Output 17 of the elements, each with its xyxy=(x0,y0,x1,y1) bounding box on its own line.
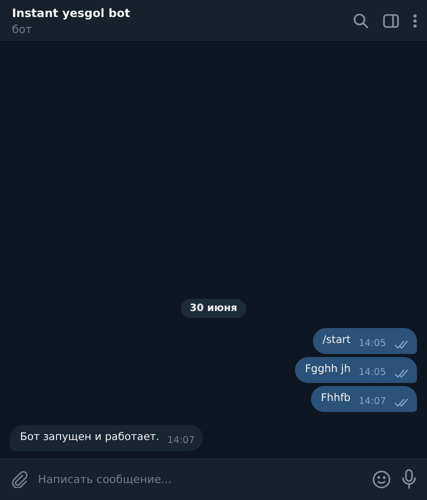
search-icon[interactable] xyxy=(353,12,369,28)
message-text: /start xyxy=(322,334,351,348)
more-icon[interactable] xyxy=(413,14,417,28)
chat-subtitle: бот xyxy=(12,22,33,36)
chat-title: Instant yesgol bot xyxy=(12,6,132,20)
message-text: Бот запущен и работает. xyxy=(20,431,160,445)
message-text: Fhhfb xyxy=(320,392,351,406)
sidebar-toggle-icon[interactable] xyxy=(383,14,399,28)
message-time: 14:05 xyxy=(358,367,386,378)
message-text: Fgghh jh xyxy=(305,363,351,377)
date-label: 30 июня xyxy=(180,299,246,318)
smiley-icon[interactable] xyxy=(372,470,391,488)
paperclip-icon[interactable] xyxy=(10,470,28,488)
microphone-icon[interactable] xyxy=(401,469,417,489)
message-time: 14:07 xyxy=(358,396,386,407)
message-time: 14:05 xyxy=(358,338,386,349)
message-time: 14:07 xyxy=(167,435,195,446)
